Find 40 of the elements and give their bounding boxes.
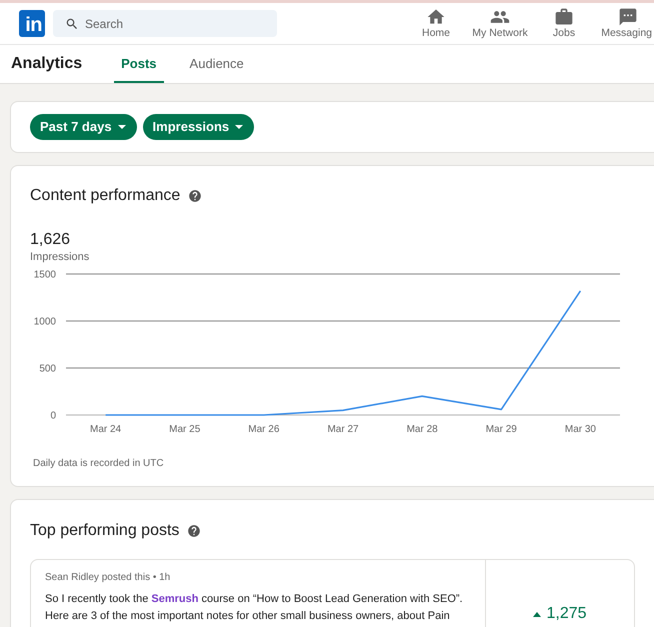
post-text: So I recently took the Semrush course on “How to Boost Lead Generation with SEO”. Here are 3 of the most important notes for other small business owners, about Pain [45,592,464,624]
chat-bubble-icon [618,7,638,27]
nav-item[interactable]: Home [404,3,468,44]
total-label: Impressions [30,250,90,264]
x-axis-label: Mar 26 [248,424,280,435]
tab[interactable]: Posts [114,45,164,83]
filter-dropdown[interactable]: Past 7 days [30,114,137,140]
mention-link[interactable]: Semrush [151,593,198,605]
total-value: 1,626 [30,230,70,250]
search-icon [65,17,79,31]
logo[interactable]: in [19,10,45,37]
x-axis-label: Mar 27 [327,424,359,435]
page-title: Analytics [11,54,82,74]
x-axis-label: Mar 29 [486,424,517,435]
nav-item[interactable]: Messaging [596,3,654,44]
caret-icon [118,125,126,129]
x-axis-label: Mar 30 [564,424,596,435]
help-icon[interactable] [187,524,202,538]
chart-note: Daily data is recorded in UTC [33,457,164,471]
up-triangle-icon [533,612,542,616]
y-axis-label: 0 [50,410,56,422]
y-axis-label: 1000 [34,316,56,328]
card-title: Top performing posts [30,521,180,541]
impressions-count: 1,275 [546,604,587,624]
y-axis-label: 1500 [34,270,56,280]
caret-icon [235,125,244,129]
tab[interactable]: Audience [182,45,251,83]
x-axis-label: Mar 28 [406,424,438,435]
search-field[interactable]: Search [53,10,277,37]
x-axis-label: Mar 24 [90,424,122,435]
y-axis-label: 500 [39,364,56,374]
briefcase-icon [554,7,574,27]
card-title: Content performance [30,186,180,206]
post-byline: Sean Ridley posted this • 1h [45,571,170,584]
x-axis-label: Mar 25 [169,424,200,435]
nav-item[interactable]: My Network [468,3,532,44]
help-icon[interactable] [188,189,202,203]
nav-item[interactable]: Jobs [532,3,596,44]
post-card[interactable]: Sean Ridley posted this • 1h So I recently took the Semrush course on “How to Boost Lead Generation with SEO”. Here are 3 of the most important notes for other small business owners, about Pain 1,275 [30,559,635,627]
filter-dropdown[interactable]: Impressions [142,114,254,140]
